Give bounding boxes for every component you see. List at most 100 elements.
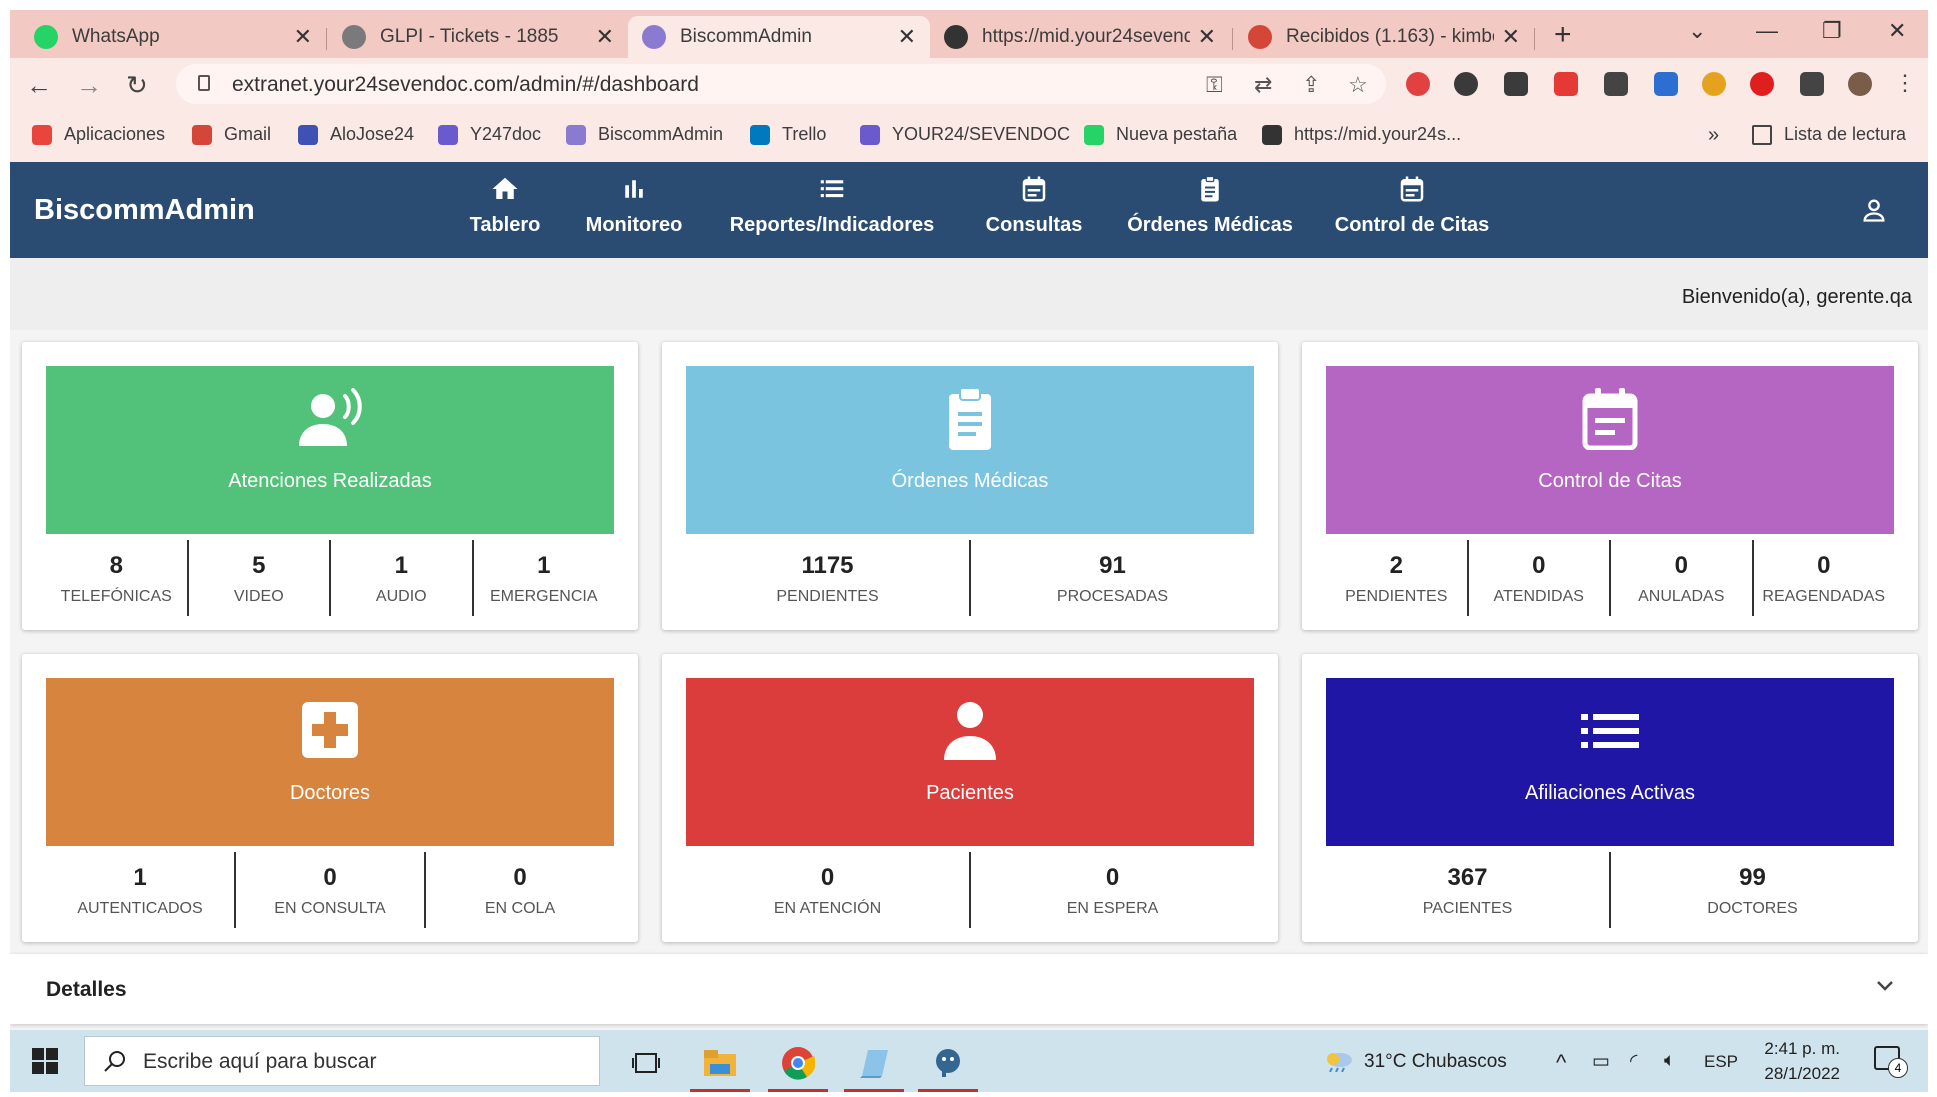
tab-gmail[interactable]: Recibidos (1.163) - kimbe ✕ (1234, 16, 1534, 58)
translate-icon[interactable]: ⇄ (1254, 72, 1272, 98)
back-icon[interactable]: ← (26, 70, 52, 101)
key-icon[interactable]: ⚿ (1206, 72, 1223, 98)
calendar-icon (1400, 176, 1424, 202)
tab-glpi[interactable]: GLPI - Tickets - 1885 ✕ (328, 16, 628, 58)
kebab-menu-icon[interactable]: ⋮ (1894, 70, 1916, 96)
stat-value: 8 (109, 552, 123, 579)
close-icon[interactable]: ✕ (1502, 24, 1520, 50)
bookmark-star-icon[interactable]: ☆ (1348, 72, 1368, 98)
details-panel[interactable]: Detalles (10, 954, 1928, 1024)
nav-tablero[interactable]: Tablero (460, 174, 550, 237)
person-icon (944, 702, 996, 760)
chrome-icon[interactable] (768, 1038, 828, 1092)
bookmark-trello[interactable]: Trello (750, 124, 826, 145)
notification-icon[interactable]: 4 (1874, 1046, 1908, 1078)
extension-icon[interactable] (1702, 72, 1726, 96)
taskbar-search[interactable]: Escribe aquí para buscar (84, 1036, 600, 1086)
bookmark-gmail[interactable]: Gmail (192, 124, 271, 145)
extension-icon[interactable] (1454, 72, 1478, 96)
wifi-icon[interactable]: ◜ (1630, 1050, 1637, 1073)
bookmark-biscommadmin[interactable]: BiscommAdmin (566, 124, 723, 145)
close-window-button[interactable]: ✕ (1888, 18, 1906, 44)
brand-logo[interactable]: BiscommAdmin (34, 194, 255, 227)
card-banner[interactable]: Doctores (46, 678, 614, 846)
close-icon[interactable]: ✕ (596, 24, 614, 50)
reload-icon[interactable]: ↻ (126, 70, 148, 101)
biscomm-icon (642, 25, 666, 49)
new-tab-button[interactable]: + (1554, 20, 1572, 50)
card-banner[interactable]: Afiliaciones Activas (1326, 678, 1894, 846)
bookmark-mid[interactable]: https://mid.your24s... (1262, 124, 1461, 145)
windows-start-icon[interactable] (32, 1048, 58, 1074)
notepad-app-icon[interactable] (844, 1038, 904, 1092)
bookmark-your24sevendoc[interactable]: YOUR24/SEVENDOC (860, 124, 1070, 145)
chevron-up-icon[interactable]: ^ (1556, 1050, 1566, 1076)
restore-button[interactable]: ❐ (1822, 18, 1842, 44)
tab-search-icon[interactable]: ⌄ (1688, 18, 1706, 44)
search-input[interactable]: Escribe aquí para buscar (143, 1050, 376, 1074)
volume-icon[interactable]: 🔈︎ (1664, 1050, 1675, 1072)
nav-consultas[interactable]: Consultas (974, 174, 1094, 237)
close-icon[interactable]: ✕ (1198, 24, 1216, 50)
bookmark-aplicaciones[interactable]: Aplicaciones (32, 124, 165, 145)
battery-icon[interactable]: ▭ (1592, 1050, 1610, 1073)
card-banner[interactable]: Atenciones Realizadas (46, 366, 614, 534)
card-banner[interactable]: Órdenes Médicas (686, 366, 1254, 534)
card-ordenes-medicas[interactable]: Órdenes Médicas 1175 Pendientes 91 Procesa… (662, 342, 1278, 630)
nav-control-de-citas[interactable]: Control de Citas (1322, 174, 1502, 237)
tab-biscommadmin[interactable]: BiscommAdmin ✕ (628, 16, 930, 58)
stat-value: 1 (133, 864, 147, 891)
stat-label: Pendientes (776, 588, 879, 605)
bookmark-label: https://mid.your24s... (1294, 124, 1462, 144)
card-control-de-citas[interactable]: Control de Citas 2 Pendientes 0 Atendidas … (1302, 342, 1918, 630)
extension-icon[interactable] (1554, 72, 1578, 96)
stat-pendientes: 1175 Pendientes (686, 540, 971, 616)
extension-icon[interactable] (1504, 72, 1528, 96)
weather-widget[interactable]: 31°C Chubascos (1324, 1050, 1507, 1073)
stat-value: 2 (1389, 552, 1403, 579)
avatar[interactable] (1848, 72, 1872, 96)
bookmark-y247doc[interactable]: Y247doc (438, 124, 541, 145)
system-clock[interactable]: 2:41 p. m. 28/1/2022 (1764, 1036, 1840, 1086)
more-bookmarks-button[interactable]: » (1708, 124, 1719, 147)
bookmark-alojose24[interactable]: AloJose24 (298, 124, 414, 145)
puzzle-icon[interactable] (1800, 72, 1824, 96)
close-icon[interactable]: ✕ (294, 24, 312, 50)
card-afiliaciones-activas[interactable]: Afiliaciones Activas 367 Pacientes 99 Doct… (1302, 654, 1918, 942)
nav-ordenes-medicas[interactable]: Órdenes Médicas (1120, 174, 1300, 237)
extension-icon[interactable] (1654, 72, 1678, 96)
card-atenciones-realizadas[interactable]: Atenciones Realizadas 8 Telefónicas 5 Vide… (22, 342, 638, 630)
windows-taskbar: Escribe aquí para buscar 31°C Chubascos … (10, 1030, 1928, 1092)
clock-time: 2:41 p. m. (1764, 1039, 1840, 1058)
card-banner[interactable]: Pacientes (686, 678, 1254, 846)
chevron-down-icon[interactable] (1876, 980, 1894, 992)
trello-icon (750, 124, 770, 145)
forward-icon[interactable]: → (76, 70, 102, 101)
card-pacientes[interactable]: Pacientes 0 En atención 0 En espera (662, 654, 1278, 942)
address-bar[interactable]: extranet.your24sevendoc.com/admin/#/dash… (176, 64, 1386, 104)
card-banner[interactable]: Control de Citas (1326, 366, 1894, 534)
bookmark-nueva-pestana[interactable]: Nueva pestaña (1084, 124, 1237, 145)
nav-reportes[interactable]: Reportes/Indicadores (722, 174, 942, 237)
share-icon[interactable]: ⇪ (1302, 72, 1320, 98)
minimize-button[interactable]: — (1756, 18, 1778, 44)
close-icon[interactable]: ✕ (898, 24, 916, 50)
welcome-bar: Bienvenido(a), gerente.qa (10, 258, 1928, 330)
language-indicator[interactable]: ESP (1704, 1052, 1738, 1072)
extension-icon[interactable] (1604, 72, 1628, 96)
task-view-icon[interactable] (616, 1038, 676, 1088)
user-account-icon[interactable] (1860, 196, 1888, 224)
reading-list-button[interactable]: Lista de lectura (1752, 124, 1906, 145)
tab-whatsapp[interactable]: WhatsApp ✕ (20, 16, 326, 58)
stat-autenticados: 1 Autenticados (46, 852, 236, 928)
extension-icon[interactable] (1406, 72, 1430, 96)
file-explorer-icon[interactable] (690, 1038, 750, 1092)
stat-en-consulta: 0 En consulta (236, 852, 426, 928)
stat-label: Video (233, 588, 284, 605)
extension-icon[interactable] (1750, 72, 1774, 96)
nav-monitoreo[interactable]: Monitoreo (574, 174, 694, 237)
tab-mid[interactable]: https://mid.your24sevend ✕ (930, 16, 1230, 58)
url-text: extranet.your24sevendoc.com/admin/#/dash… (232, 73, 699, 96)
card-doctores[interactable]: Doctores 1 Autenticados 0 En consulta 0 En … (22, 654, 638, 942)
postgresql-icon[interactable] (918, 1038, 978, 1092)
